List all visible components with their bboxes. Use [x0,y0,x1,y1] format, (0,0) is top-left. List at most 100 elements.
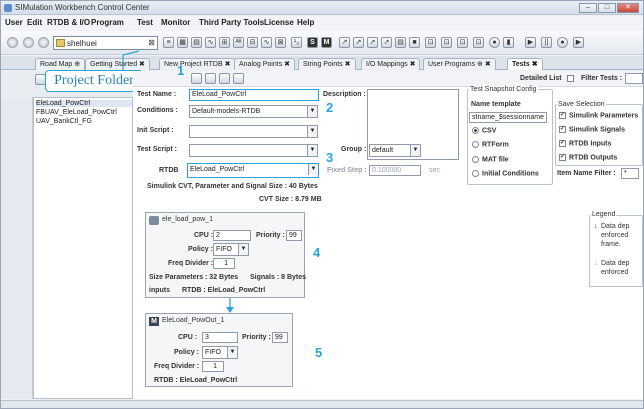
play-icon[interactable]: ▶ [525,37,536,48]
toolbar-pause-mark-icon[interactable]: ▮ [503,37,514,48]
toolbar-arrow1-icon[interactable]: ↗ [339,37,350,48]
fixed-step-input[interactable]: 0.100000 [369,165,421,176]
toolbar-wave-icon[interactable]: ∿ [261,37,272,48]
save-selection-title: Save Selection [557,101,606,108]
save-test-icon[interactable] [219,73,230,84]
tab-new-project-rtdb-close-icon[interactable]: ✖ [225,61,231,68]
step-icon[interactable]: ▶ [573,37,584,48]
save-simulink-signals[interactable]: ✓ Simulink Signals [559,126,625,133]
format-mat-file[interactable]: MAT file [472,156,509,163]
name-template-input[interactable]: stname_$sessionname [469,112,547,123]
checkbox-checked-icon: ✓ [559,112,566,119]
chevron-down-icon: ▼ [227,347,237,358]
toolbar-arrow3-icon[interactable]: ↗ [367,37,378,48]
maximize-button[interactable]: □ [598,3,616,13]
tab-tests[interactable]: Tests ✖ [507,58,543,70]
conditions-select[interactable]: Default-models-RTDB ▼ [189,105,318,118]
simulink-s-icon[interactable]: S [307,37,318,48]
tab-user-programs-close-icon[interactable]: ⊕ ✖ [477,61,491,68]
toolbar-signal-icon[interactable]: ∿ [205,37,216,48]
policy-select[interactable]: FIFO ▼ [202,346,238,359]
minimize-button[interactable]: – [579,3,597,13]
toolbar-ab-icon[interactable]: ᴬᴮ [233,37,244,48]
record-icon[interactable]: ● [489,37,500,48]
toolbar-fraction-icon[interactable]: ¹₃ [291,37,302,48]
program-block-ele-load-pow-1[interactable]: ele_load_pow_1 CPU : 2 Priority : 99 Pol… [145,212,306,298]
tab-io-mappings[interactable]: I/O Mappings ✖ [361,58,421,70]
group-select[interactable]: default ▼ [369,144,421,157]
list-item[interactable]: FBUAV_EleLoad_PowCtrl [36,109,117,116]
tab-io-mappings-close-icon[interactable]: ✖ [410,61,416,68]
menu-help[interactable]: Help [297,18,314,27]
filter-tests-input[interactable] [625,73,643,84]
close-button[interactable]: ✕ [617,3,639,13]
program-block-eleload-powout-1[interactable]: M EleLoad_PowOut_1 CPU : 3 Priority : 99… [145,313,293,387]
item-name-filter-input[interactable]: * [621,168,639,179]
back-icon[interactable] [7,37,18,48]
cvt-size-text: CVT Size : 8.79 MB [259,196,322,203]
list-item[interactable]: EleLoad_PowCtrl [36,100,132,107]
menu-monitor[interactable]: Monitor [161,18,190,27]
forward-icon[interactable] [23,37,34,48]
list-item[interactable]: UAV_BankCtl_FG [36,118,92,125]
toolbar-arrow4-icon[interactable]: ↗ [381,37,392,48]
tab-string-points[interactable]: String Points ✖ [298,58,356,70]
toolbar-doc-icon[interactable]: ▤ [395,37,406,48]
stop-record-icon[interactable]: ● [557,37,568,48]
pause-icon[interactable]: || [541,37,552,48]
freq-divider-stepper[interactable]: 1 [202,361,224,372]
tab-road-map[interactable]: Road Map ⊕ [35,58,86,70]
menu-edit[interactable]: Edit [27,18,42,27]
freq-divider-label: Freq Divider : [168,260,214,267]
matlab-m-icon[interactable]: M [321,37,332,48]
toolbar-stop-icon[interactable]: ■ [409,37,420,48]
tab-road-map-marker[interactable]: ⊕ [74,61,80,68]
format-csv[interactable]: CSV [472,127,496,134]
menu-third-party-tools[interactable]: Third Party Tools [199,18,264,27]
toolbar-monitor2-icon[interactable]: ⊡ [441,37,452,48]
toolbar-monitor3-icon[interactable]: ⊡ [457,37,468,48]
toolbar-monitor4-icon[interactable]: ⊡ [473,37,484,48]
tab-analog-points[interactable]: Analog Points ✖ [234,58,296,70]
clear-project-icon[interactable]: ⊠ [148,38,155,47]
toolbar-grid-icon[interactable]: ▤ [191,37,202,48]
tab-new-project-rtdb[interactable]: New Project RTDB ✖ [159,58,236,70]
refresh-icon[interactable] [38,37,49,48]
tab-string-points-close-icon[interactable]: ✖ [345,61,351,68]
init-script-select[interactable]: ▼ [189,125,318,138]
test-script-select[interactable]: ▼ [189,144,318,157]
save-rtdb-inputs[interactable]: ✓ RTDB Inputs [559,140,611,147]
copy-test-icon[interactable] [205,73,216,84]
toolbar-list-icon[interactable]: ≡ [163,37,174,48]
freq-divider-stepper[interactable]: 1 [213,258,235,269]
project-selector[interactable]: shelhuei ⊠ [53,36,158,50]
policy-select[interactable]: FIFO ▼ [213,243,249,256]
menu-program[interactable]: Program [91,18,124,27]
rtdb-select[interactable]: EleLoad_PowCtrl ▼ [187,163,319,178]
toolbar-mapping-icon[interactable]: ⊞ [219,37,230,48]
tab-user-programs[interactable]: User Programs ⊕ ✖ [423,58,496,70]
cpu-input[interactable]: 3 [202,332,238,343]
toolbar-box-icon[interactable]: ⊠ [275,37,286,48]
tab-analog-points-close-icon[interactable]: ✖ [284,61,290,68]
delete-test-icon[interactable] [233,73,244,84]
menu-test[interactable]: Test [137,18,153,27]
toolbar-monitor1-icon[interactable]: ⊡ [425,37,436,48]
toolbar-arrow2-icon[interactable]: ↗ [353,37,364,48]
format-initial-conditions[interactable]: Initial Conditions [472,170,539,177]
new-test-icon[interactable] [191,73,202,84]
priority-input[interactable]: 99 [272,332,288,343]
menu-license[interactable]: License [264,18,294,27]
test-name-input[interactable]: EleLoad_PowCtrl [189,89,319,101]
detailed-list-checkbox[interactable] [567,75,574,82]
menu-user[interactable]: User [5,18,23,27]
tab-tests-close-icon[interactable]: ✖ [532,61,538,68]
cpu-input[interactable]: 2 [213,230,251,241]
toolbar-table-icon[interactable]: ▦ [177,37,188,48]
format-rtform[interactable]: RTForm [472,141,509,148]
save-simulink-parameters[interactable]: ✓ Simulink Parameters [559,112,638,119]
priority-input[interactable]: 99 [286,230,302,241]
menu-rtdb-io[interactable]: RTDB & I/O [47,18,90,27]
save-rtdb-outputs[interactable]: ✓ RTDB Outputs [559,154,617,161]
toolbar-io-icon[interactable]: ⊟ [247,37,258,48]
